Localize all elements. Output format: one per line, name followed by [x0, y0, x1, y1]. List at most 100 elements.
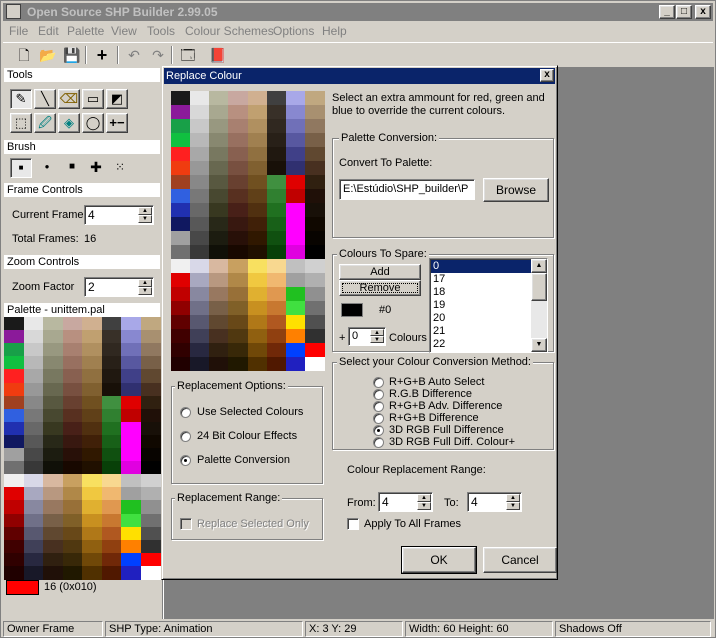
palette-swatch[interactable]: [62, 369, 83, 384]
palette-swatch[interactable]: [23, 487, 44, 502]
palette-swatch[interactable]: [82, 395, 102, 410]
palette-swatch[interactable]: [285, 357, 306, 371]
palette-swatch[interactable]: [266, 287, 287, 301]
palette-swatch[interactable]: [4, 434, 24, 449]
palette-swatch[interactable]: [101, 369, 122, 384]
palette-swatch[interactable]: [121, 434, 141, 449]
palette-swatch[interactable]: [82, 343, 102, 358]
palette-swatch[interactable]: [285, 343, 306, 357]
palette-swatch[interactable]: [62, 526, 83, 541]
palette-swatch[interactable]: [304, 357, 325, 371]
palette-swatch[interactable]: [171, 315, 191, 329]
crash-tool-icon[interactable]: +−: [106, 113, 128, 133]
palette-swatch[interactable]: [62, 448, 83, 462]
palette-swatch[interactable]: [121, 369, 141, 384]
add-button[interactable]: Add: [339, 264, 421, 280]
palette-swatch[interactable]: [266, 161, 287, 175]
colours-spinner[interactable]: 0 ▲ ▼: [348, 327, 386, 346]
pencil-tool-icon[interactable]: ✎: [10, 89, 32, 109]
palette-swatch[interactable]: [121, 474, 141, 489]
palette-swatch[interactable]: [228, 175, 249, 189]
menu-options[interactable]: Options: [273, 24, 314, 38]
palette-swatch[interactable]: [43, 539, 63, 554]
palette-swatch[interactable]: [171, 203, 191, 217]
palette-swatch[interactable]: [82, 500, 102, 515]
palette-swatch[interactable]: [266, 343, 287, 357]
palette-swatch[interactable]: [228, 273, 249, 287]
palette-swatch[interactable]: [43, 513, 63, 528]
menu-help[interactable]: Help: [322, 24, 347, 38]
palette-swatch[interactable]: [228, 259, 249, 273]
palette-swatch[interactable]: [171, 259, 191, 273]
spare-list-item[interactable]: 22: [431, 338, 531, 351]
palette-swatch[interactable]: [190, 189, 211, 203]
palette-swatch[interactable]: [285, 189, 306, 203]
palette-swatch[interactable]: [190, 343, 211, 357]
palette-swatch[interactable]: [82, 421, 102, 436]
brush-size-4-icon[interactable]: ✚: [85, 158, 107, 178]
palette-swatch[interactable]: [43, 526, 63, 541]
palette-swatch[interactable]: [62, 317, 83, 331]
palette-swatch[interactable]: [43, 421, 63, 436]
palette-swatch[interactable]: [209, 105, 230, 119]
palette-swatch[interactable]: [171, 119, 191, 133]
spin-up-icon[interactable]: ▲: [506, 494, 520, 502]
remove-button[interactable]: Remove: [339, 280, 421, 296]
save-icon[interactable]: 💾: [61, 46, 83, 66]
menu-colour-schemes[interactable]: Colour Schemes: [185, 24, 274, 38]
palette-swatch[interactable]: [247, 343, 268, 357]
palette-swatch[interactable]: [101, 382, 122, 397]
palette-swatch[interactable]: [190, 301, 211, 315]
palette-swatch[interactable]: [266, 329, 287, 343]
rectangle-tool-icon[interactable]: ▭: [82, 89, 104, 109]
palette-swatch[interactable]: [101, 356, 122, 371]
palette-swatch[interactable]: [62, 539, 83, 554]
palette-swatch[interactable]: [23, 474, 44, 489]
palette-swatch[interactable]: [285, 231, 306, 245]
palette-swatch[interactable]: [304, 161, 325, 175]
palette-swatch[interactable]: [171, 329, 191, 343]
palette-swatch[interactable]: [209, 259, 230, 273]
palette-swatch[interactable]: [82, 552, 102, 567]
palette-swatch[interactable]: [228, 357, 249, 371]
palette-swatch[interactable]: [190, 357, 211, 371]
palette-swatch[interactable]: [266, 357, 287, 371]
palette-swatch[interactable]: [285, 203, 306, 217]
palette-swatch[interactable]: [121, 461, 141, 476]
palette-swatch[interactable]: [304, 119, 325, 133]
palette-swatch[interactable]: [140, 448, 161, 462]
eraser-tool-icon[interactable]: ⌫: [58, 89, 80, 109]
zoom-factor-spinner[interactable]: 2 ▲ ▼: [84, 277, 154, 297]
palette-swatch[interactable]: [62, 330, 83, 345]
palette-swatch[interactable]: [23, 369, 44, 384]
palette-swatch[interactable]: [228, 133, 249, 147]
palette-swatch[interactable]: [228, 231, 249, 245]
palette-swatch[interactable]: [101, 317, 122, 331]
palette-swatch[interactable]: [247, 259, 268, 273]
spare-list-item[interactable]: 0: [431, 260, 531, 273]
palette-swatch[interactable]: [43, 500, 63, 515]
open-icon[interactable]: 📂: [37, 46, 59, 66]
method-radio[interactable]: [373, 401, 384, 412]
palette-swatch[interactable]: [171, 175, 191, 189]
palette-swatch[interactable]: [23, 448, 44, 462]
spin-down-icon[interactable]: ▼: [138, 287, 152, 295]
palette-swatch[interactable]: [140, 500, 161, 515]
palette-swatch[interactable]: [285, 217, 306, 231]
palette-swatch[interactable]: [285, 273, 306, 287]
palette-swatch[interactable]: [4, 369, 24, 384]
palette-swatch[interactable]: [82, 565, 102, 580]
palette-swatch[interactable]: [247, 231, 268, 245]
palette-swatch[interactable]: [266, 301, 287, 315]
palette-swatch[interactable]: [121, 526, 141, 541]
palette-swatch[interactable]: [101, 343, 122, 358]
palette-swatch[interactable]: [247, 133, 268, 147]
palette-swatch[interactable]: [62, 474, 83, 489]
palette-swatch[interactable]: [4, 317, 24, 331]
palette-swatch[interactable]: [23, 421, 44, 436]
palette-swatch[interactable]: [43, 408, 63, 423]
palette-swatch[interactable]: [23, 408, 44, 423]
palette-swatch[interactable]: [4, 382, 24, 397]
palette-swatch[interactable]: [121, 539, 141, 554]
palette-swatch[interactable]: [266, 119, 287, 133]
